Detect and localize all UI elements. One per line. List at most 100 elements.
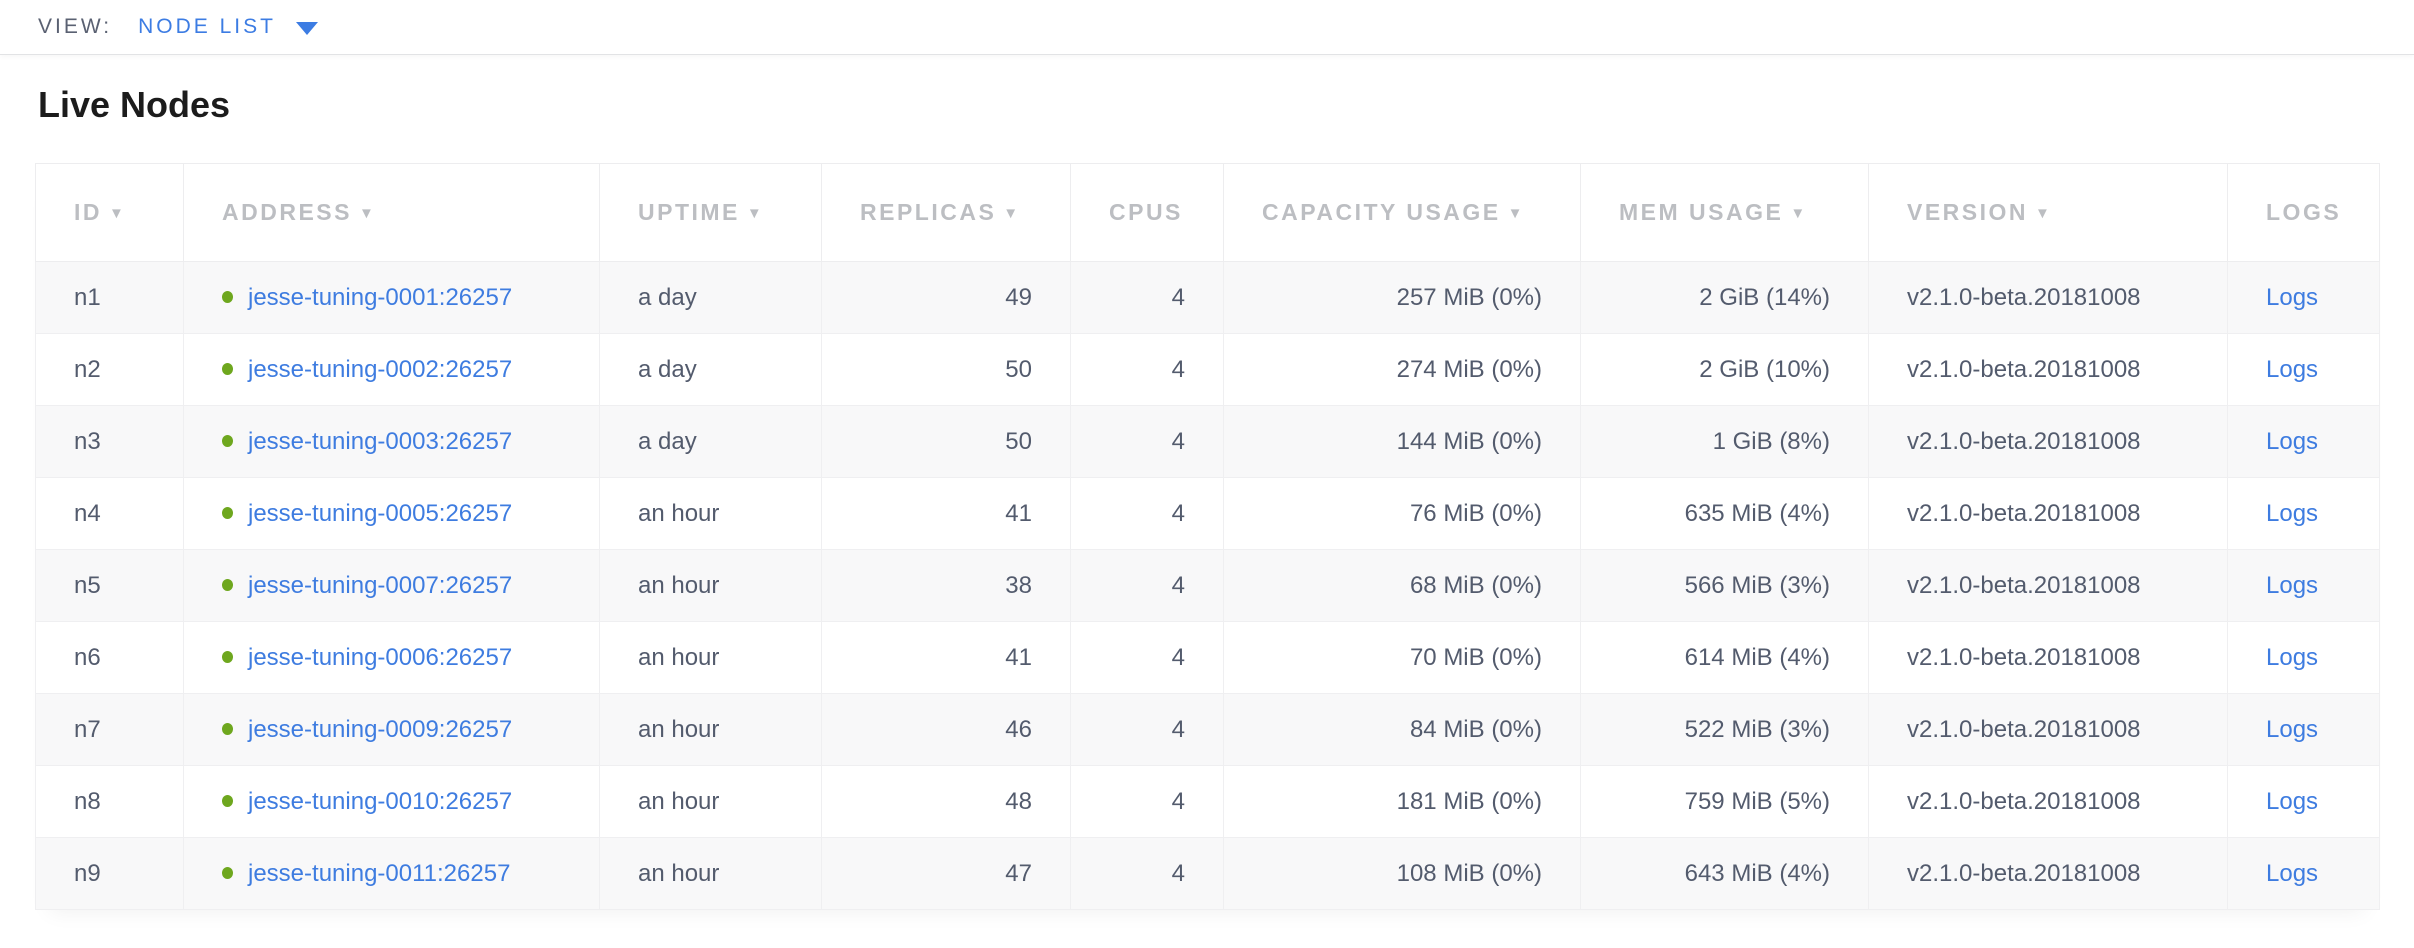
cell-mem: 2 GiB (14%) [1581,262,1869,334]
logs-link[interactable]: Logs [2266,644,2318,671]
cell-replicas: 38 [822,550,1071,622]
logs-link[interactable]: Logs [2266,500,2318,527]
cell-address: jesse-tuning-0005:26257 [184,478,600,550]
logs-link[interactable]: Logs [2266,356,2318,383]
node-address-link[interactable]: jesse-tuning-0006:26257 [248,644,512,671]
logs-link[interactable]: Logs [2266,860,2318,887]
view-mode-dropdown[interactable]: NODE LIST [138,15,318,39]
page-title: Live Nodes [38,84,2414,126]
column-header-uptime[interactable]: UPTIME▼ [600,164,822,262]
node-address-link[interactable]: jesse-tuning-0011:26257 [248,860,510,887]
node-healthy-dot-icon [222,651,233,663]
cell-uptime: an hour [600,766,822,838]
cell-logs: Logs [2228,478,2380,550]
cell-uptime: an hour [600,838,822,910]
cell-mem: 643 MiB (4%) [1581,838,1869,910]
node-healthy-dot-icon [222,795,233,807]
node-address-link[interactable]: jesse-tuning-0005:26257 [248,500,512,527]
cell-mem: 566 MiB (3%) [1581,550,1869,622]
cell-uptime: an hour [600,622,822,694]
table-row: n7jesse-tuning-0009:26257an hour46484 Mi… [36,694,2380,766]
cell-replicas: 46 [822,694,1071,766]
cell-uptime: an hour [600,478,822,550]
view-mode-selected: NODE LIST [138,15,276,39]
cell-address: jesse-tuning-0003:26257 [184,406,600,478]
cell-mem: 759 MiB (5%) [1581,766,1869,838]
cell-replicas: 41 [822,622,1071,694]
column-header-capacity[interactable]: CAPACITY USAGE▼ [1224,164,1581,262]
node-address-link[interactable]: jesse-tuning-0002:26257 [248,356,512,383]
cell-cpus: 4 [1071,334,1224,406]
table-row: n9jesse-tuning-0011:26257an hour474108 M… [36,838,2380,910]
cell-mem: 635 MiB (4%) [1581,478,1869,550]
cell-address: jesse-tuning-0007:26257 [184,550,600,622]
cell-cpus: 4 [1071,622,1224,694]
cell-capacity: 68 MiB (0%) [1224,550,1581,622]
column-header-version[interactable]: VERSION▼ [1869,164,2228,262]
node-address-link[interactable]: jesse-tuning-0001:26257 [248,284,512,311]
cell-capacity: 108 MiB (0%) [1224,838,1581,910]
cell-capacity: 70 MiB (0%) [1224,622,1581,694]
cell-id: n1 [36,262,184,334]
cell-mem: 2 GiB (10%) [1581,334,1869,406]
cell-address: jesse-tuning-0009:26257 [184,694,600,766]
logs-link[interactable]: Logs [2266,428,2318,455]
cell-cpus: 4 [1071,766,1224,838]
cell-address: jesse-tuning-0002:26257 [184,334,600,406]
cell-logs: Logs [2228,406,2380,478]
cell-capacity: 76 MiB (0%) [1224,478,1581,550]
caret-down-icon [296,22,318,35]
node-healthy-dot-icon [222,507,233,519]
cell-mem: 1 GiB (8%) [1581,406,1869,478]
cell-capacity: 84 MiB (0%) [1224,694,1581,766]
cell-version: v2.1.0-beta.20181008 [1869,262,2228,334]
node-address-link[interactable]: jesse-tuning-0009:26257 [248,716,512,743]
logs-link[interactable]: Logs [2266,716,2318,743]
cell-replicas: 47 [822,838,1071,910]
node-healthy-dot-icon [222,579,233,591]
cell-uptime: a day [600,406,822,478]
table-row: n5jesse-tuning-0007:26257an hour38468 Mi… [36,550,2380,622]
column-header-mem[interactable]: MEM USAGE ▼ [1581,164,1869,262]
cell-version: v2.1.0-beta.20181008 [1869,550,2228,622]
sort-desc-icon: ▼ [1003,205,1018,222]
live-nodes-table-container: ID▼ADDRESS▼UPTIME▼REPLICAS▼CPUSCAPACITY … [35,163,2379,910]
sort-desc-icon: ▼ [1790,205,1805,222]
logs-link[interactable]: Logs [2266,788,2318,815]
node-address-link[interactable]: jesse-tuning-0003:26257 [248,428,512,455]
sort-desc-icon: ▼ [747,205,762,222]
column-header-id[interactable]: ID▼ [36,164,184,262]
cell-uptime: a day [600,262,822,334]
cell-version: v2.1.0-beta.20181008 [1869,334,2228,406]
sort-desc-icon: ▼ [359,205,374,222]
table-row: n3jesse-tuning-0003:26257a day504144 MiB… [36,406,2380,478]
cell-replicas: 49 [822,262,1071,334]
cell-capacity: 144 MiB (0%) [1224,406,1581,478]
table-row: n2jesse-tuning-0002:26257a day504274 MiB… [36,334,2380,406]
cell-version: v2.1.0-beta.20181008 [1869,622,2228,694]
node-address-link[interactable]: jesse-tuning-0007:26257 [248,572,512,599]
cell-version: v2.1.0-beta.20181008 [1869,766,2228,838]
cell-replicas: 50 [822,334,1071,406]
cell-address: jesse-tuning-0001:26257 [184,262,600,334]
node-healthy-dot-icon [222,363,233,375]
cell-cpus: 4 [1071,262,1224,334]
cell-logs: Logs [2228,622,2380,694]
cell-mem: 522 MiB (3%) [1581,694,1869,766]
cell-version: v2.1.0-beta.20181008 [1869,694,2228,766]
cell-id: n4 [36,478,184,550]
node-address-link[interactable]: jesse-tuning-0010:26257 [248,788,512,815]
column-header-label: LOGS [2266,199,2341,225]
logs-link[interactable]: Logs [2266,284,2318,311]
column-header-replicas[interactable]: REPLICAS▼ [822,164,1071,262]
logs-link[interactable]: Logs [2266,572,2318,599]
cell-cpus: 4 [1071,550,1224,622]
column-header-logs: LOGS [2228,164,2380,262]
column-header-label: MEM USAGE [1619,199,1783,225]
cell-capacity: 181 MiB (0%) [1224,766,1581,838]
cell-id: n7 [36,694,184,766]
column-header-address[interactable]: ADDRESS▼ [184,164,600,262]
cell-logs: Logs [2228,262,2380,334]
cell-logs: Logs [2228,694,2380,766]
cell-uptime: an hour [600,550,822,622]
